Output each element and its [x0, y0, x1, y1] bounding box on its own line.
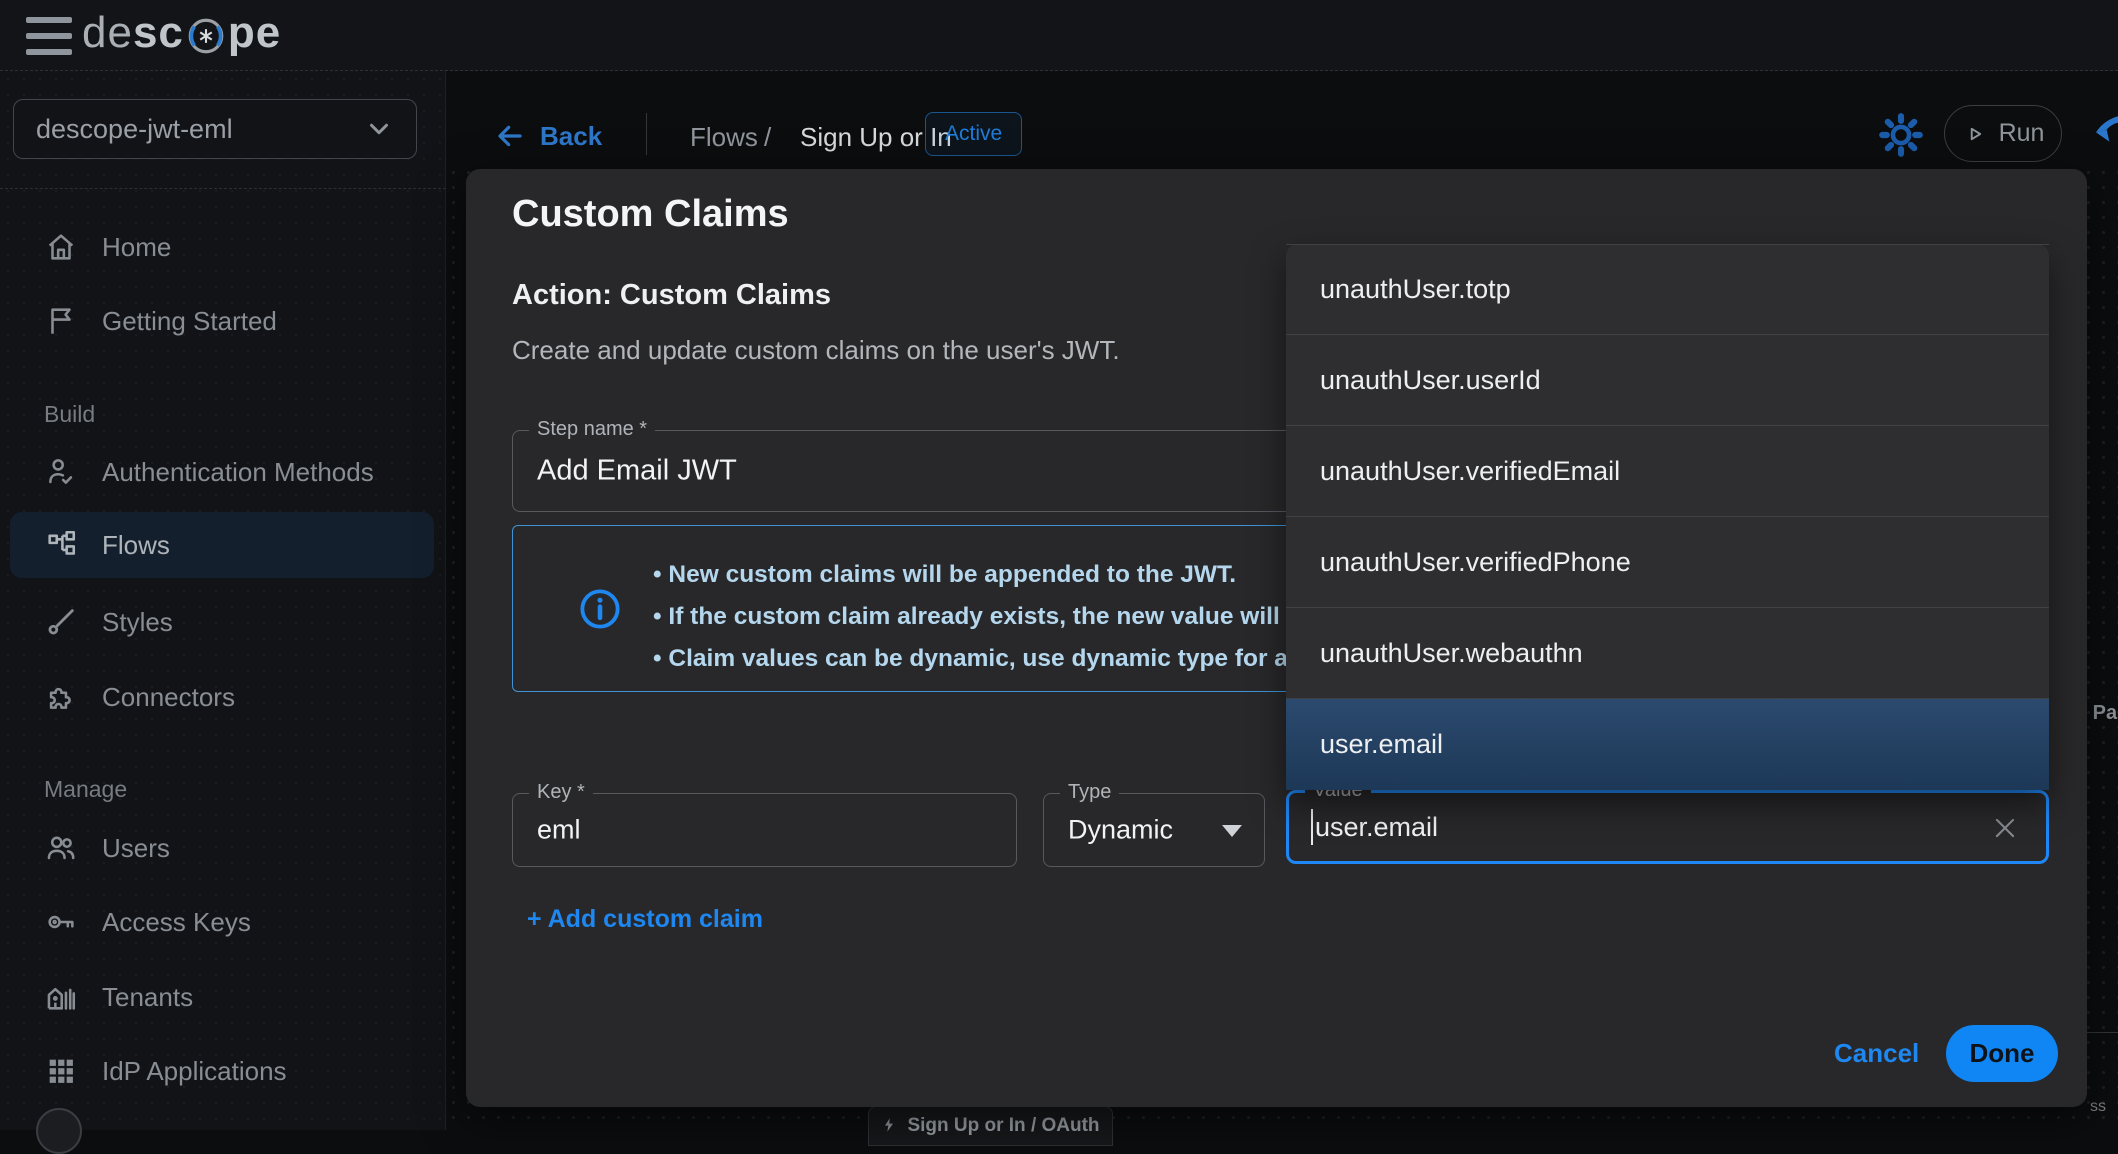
descope-logo-o-icon	[188, 18, 224, 54]
type-value: Dynamic	[1068, 814, 1174, 845]
sidebar-item-flows[interactable]: Flows	[10, 512, 434, 578]
flow-toolbar: Back Flows / Sign Up or In Active Run	[446, 71, 2118, 171]
run-button[interactable]: Run	[1944, 105, 2062, 162]
gear-icon[interactable]	[1878, 112, 1924, 158]
dropdown-option[interactable]: unauthUser.userId	[1286, 335, 2049, 426]
deploy-arrow-icon[interactable]	[2092, 111, 2118, 151]
sidebar-divider	[0, 188, 446, 189]
back-button[interactable]: Back	[494, 120, 602, 152]
text-caret	[1311, 809, 1313, 845]
dropdown-option[interactable]: unauthUser.webauthn	[1286, 608, 2049, 699]
hamburger-menu-icon[interactable]	[26, 17, 72, 55]
flow-edge-fragment	[2087, 1032, 2118, 1033]
person-check-icon	[44, 455, 78, 489]
flow-node-oauth[interactable]: Sign Up or In / OAuth	[868, 1106, 1113, 1146]
breadcrumb-flows[interactable]: Flows	[690, 122, 758, 153]
dropdown-option[interactable]: unauthUser.verifiedEmail	[1286, 426, 2049, 517]
cancel-button[interactable]: Cancel	[1834, 1038, 1919, 1069]
type-label: Type	[1060, 781, 1120, 804]
type-select[interactable]: Type Dynamic	[1043, 781, 1265, 867]
buildings-icon	[44, 980, 78, 1014]
chevron-down-icon	[370, 123, 388, 135]
sidebar-section-build: Build	[44, 401, 96, 427]
project-name: descope-jwt-eml	[36, 113, 233, 144]
users-icon	[44, 831, 78, 865]
step-name-label: Step name *	[529, 418, 656, 441]
action-title: Action: Custom Claims	[512, 279, 832, 311]
home-icon	[44, 230, 78, 264]
breadcrumb-separator: /	[764, 122, 772, 152]
grid-icon	[44, 1054, 78, 1088]
select-arrow-icon	[1222, 825, 1242, 837]
sidebar-item-authentication-methods[interactable]: Authentication Methods	[10, 443, 434, 501]
key-icon	[44, 905, 78, 939]
app-header: de sc pe	[0, 0, 2118, 71]
puzzle-icon	[44, 680, 78, 714]
done-button[interactable]: Done	[1946, 1025, 2058, 1082]
project-selector[interactable]: descope-jwt-eml	[13, 99, 417, 159]
action-description: Create and update custom claims on the u…	[512, 335, 1120, 365]
status-badge[interactable]: Active	[925, 112, 1023, 156]
sidebar-item-getting-started[interactable]: Getting Started	[10, 292, 434, 350]
sidebar-item-idp-applications[interactable]: IdP Applications	[10, 1042, 434, 1100]
autocomplete-dropdown: unauthUser.totp unauthUser.userId unauth…	[1286, 244, 2049, 790]
descope-logo[interactable]: de sc pe	[82, 8, 281, 58]
sidebar: descope-jwt-eml Home Getting Started Bui…	[0, 71, 446, 1154]
avatar[interactable]	[36, 1108, 82, 1154]
sidebar-item-tenants[interactable]: Tenants	[10, 968, 434, 1026]
clear-icon[interactable]	[1990, 813, 2020, 843]
key-input[interactable]: Key * eml	[512, 781, 1017, 867]
value-input[interactable]: Value user.email	[1286, 779, 2049, 864]
flow-icon	[44, 528, 78, 562]
dropdown-option[interactable]: unauthUser.verifiedPhone	[1286, 517, 2049, 608]
flow-node-fragment-bottom: ss	[2090, 1098, 2106, 1115]
modal-title: Custom Claims	[512, 193, 789, 235]
flag-icon	[44, 304, 78, 338]
back-arrow-icon	[498, 125, 522, 147]
add-custom-claim-link[interactable]: + Add custom claim	[527, 905, 763, 934]
value-text: user.email	[1315, 811, 1439, 842]
sidebar-item-access-keys[interactable]: Access Keys	[10, 893, 434, 951]
sidebar-item-connectors[interactable]: Connectors	[10, 668, 434, 726]
sidebar-item-styles[interactable]: Styles	[10, 593, 434, 651]
sidebar-item-home[interactable]: Home	[10, 218, 434, 276]
dropdown-option[interactable]: unauthUser.totp	[1286, 244, 2049, 335]
key-value: eml	[537, 814, 581, 845]
play-icon	[1970, 127, 1981, 140]
toolbar-divider	[646, 113, 647, 155]
sidebar-item-users[interactable]: Users	[10, 819, 434, 877]
info-icon	[577, 586, 623, 632]
lightning-icon	[885, 1118, 894, 1132]
key-label: Key *	[529, 781, 593, 804]
brush-icon	[44, 605, 78, 639]
step-name-value: Add Email JWT	[537, 454, 737, 487]
dropdown-option-highlighted[interactable]: user.email	[1286, 699, 2049, 790]
sidebar-section-manage: Manage	[44, 776, 128, 802]
